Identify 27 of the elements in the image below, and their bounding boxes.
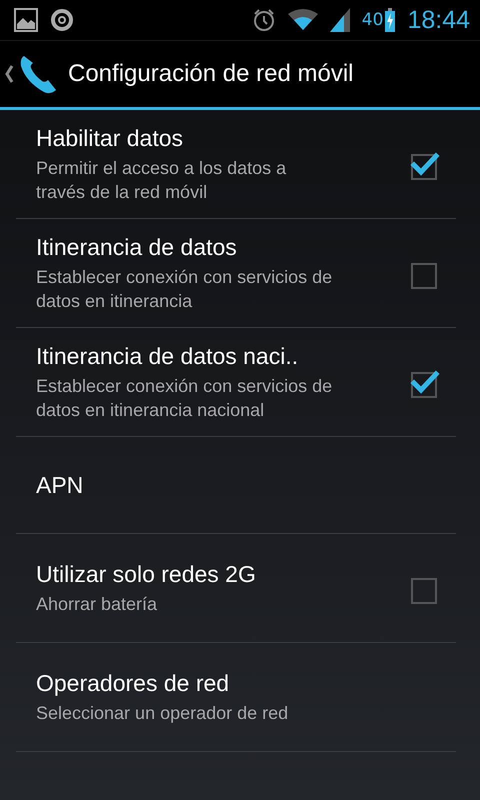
screen-title: Configuración de red móvil [68, 60, 354, 88]
settings-row[interactable]: Itinerancia de datos naci.. Establecer conexión con servicios de datos en itinerancia nacional [16, 328, 456, 437]
clock-time: 18:44 [407, 6, 470, 34]
setting-title: Utilizar solo redes 2G [36, 560, 257, 588]
setting-summary: Ahorrar batería [36, 592, 158, 616]
wifi-icon [288, 8, 318, 32]
setting-title: Itinerancia de datos naci.. [36, 342, 300, 370]
battery-icon [385, 8, 396, 32]
settings-row[interactable]: Utilizar solo redes 2G Ahorrar batería [16, 534, 456, 643]
setting-summary: Seleccionar un operador de red [36, 702, 290, 724]
picture-icon [14, 8, 38, 32]
battery-level: 40 [362, 10, 384, 30]
alarm-icon [252, 8, 276, 32]
back-caret-icon[interactable] [4, 64, 14, 84]
signal-icon [330, 8, 350, 32]
settings-row[interactable]: Itinerancia de datos Establecer conexión con servicios de datos en itinerancia [16, 219, 456, 328]
setting-title: Itinerancia de datos [36, 234, 238, 260]
settings-row[interactable]: Habilitar datos Permitir el acceso a los datos a través de la red móvil [16, 110, 456, 219]
setting-summary: Establecer conexión con servicios de datos en itinerancia nacional [36, 374, 334, 422]
settings-row[interactable]: APN [16, 437, 456, 534]
setting-title: APN [36, 472, 84, 498]
setting-title: Habilitar datos [36, 124, 184, 152]
circle-icon [50, 8, 74, 32]
setting-summary: Permitir el acceso a los datos a través de la red móvil [36, 156, 288, 204]
setting-summary: Establecer conexión con servicios de datos en itinerancia [36, 266, 334, 312]
settings-row[interactable]: Operadores de red Seleccionar un operador de red [16, 643, 456, 752]
setting-title: Operadores de red [36, 670, 230, 696]
